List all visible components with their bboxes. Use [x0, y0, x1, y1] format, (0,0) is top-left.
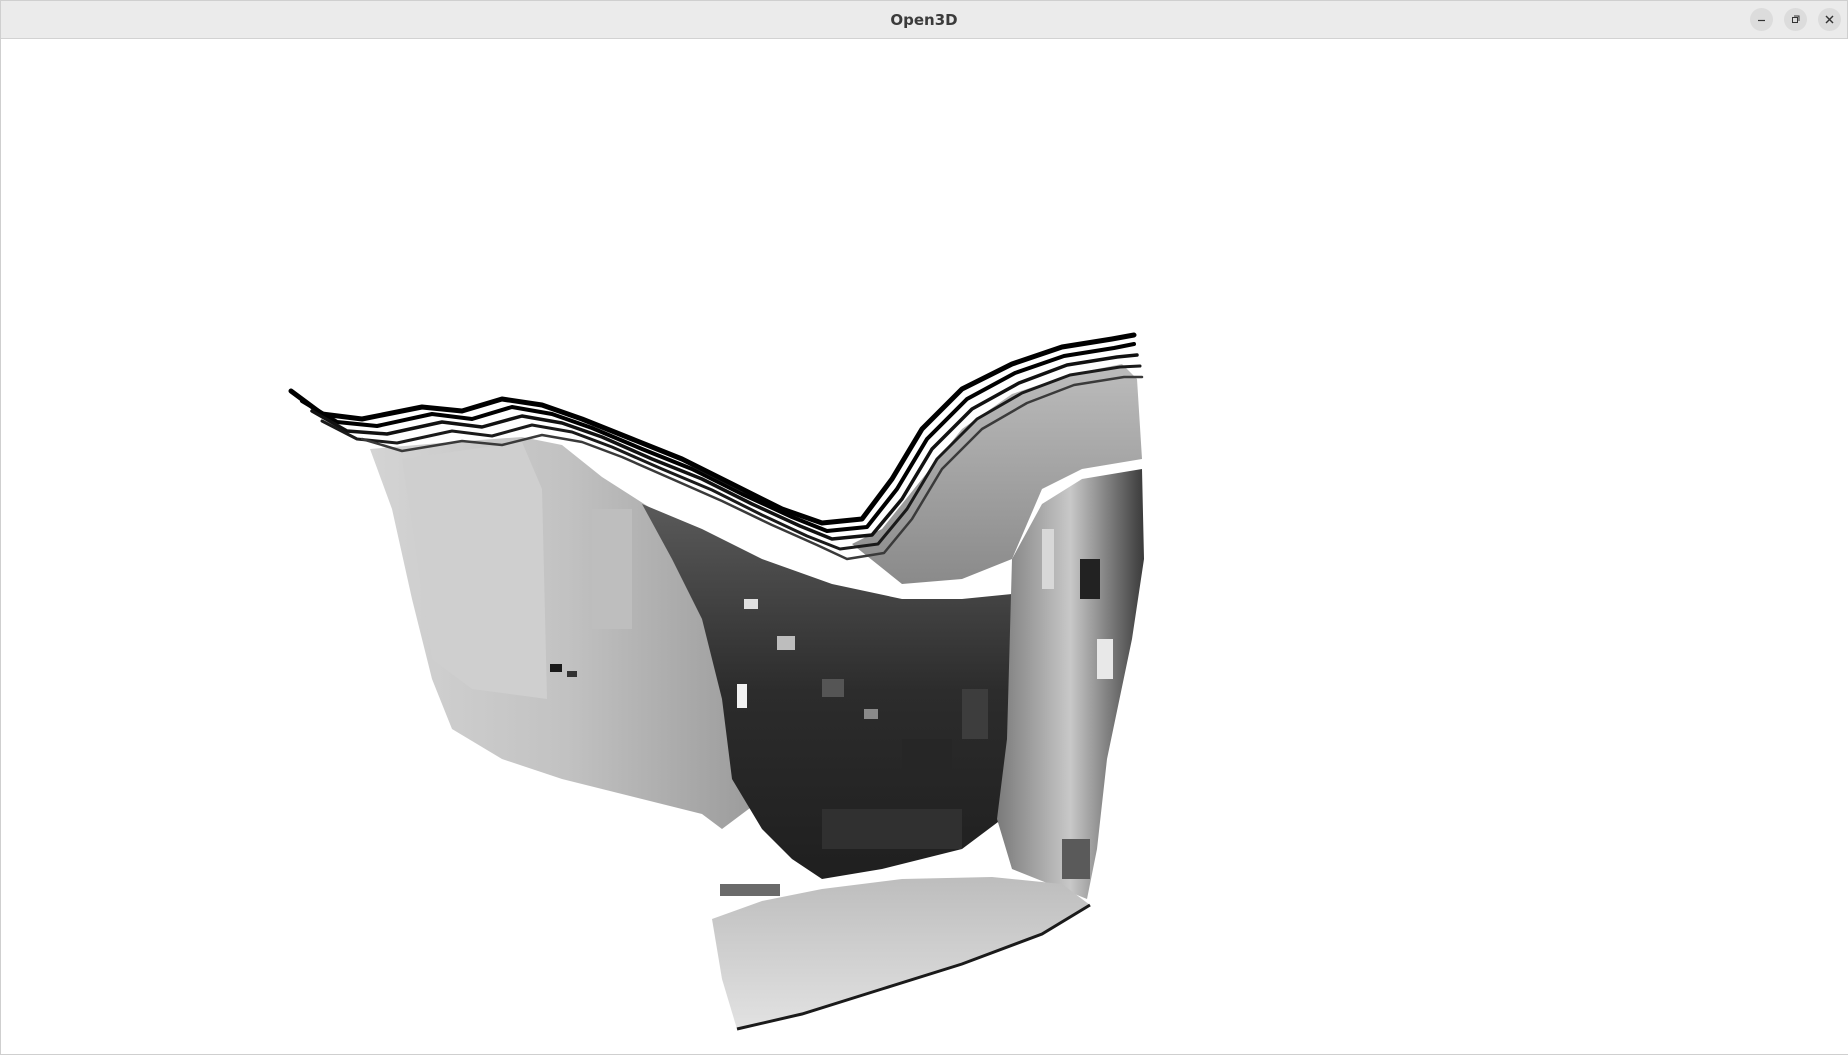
point-cloud [288, 332, 1144, 1031]
maximize-button[interactable] [1784, 8, 1807, 31]
3d-viewport[interactable] [2, 39, 1848, 1054]
close-button[interactable] [1818, 8, 1841, 31]
minimize-button[interactable] [1750, 8, 1773, 31]
minimize-icon [1758, 19, 1765, 22]
floor-surface [712, 877, 1090, 1029]
left-wall-panel [402, 442, 547, 699]
window-title: Open3D [890, 11, 958, 29]
close-icon [1825, 15, 1834, 24]
app-window: Open3D [0, 0, 1848, 1055]
restore-icon [1792, 15, 1800, 23]
title-bar[interactable]: Open3D [1, 1, 1847, 39]
